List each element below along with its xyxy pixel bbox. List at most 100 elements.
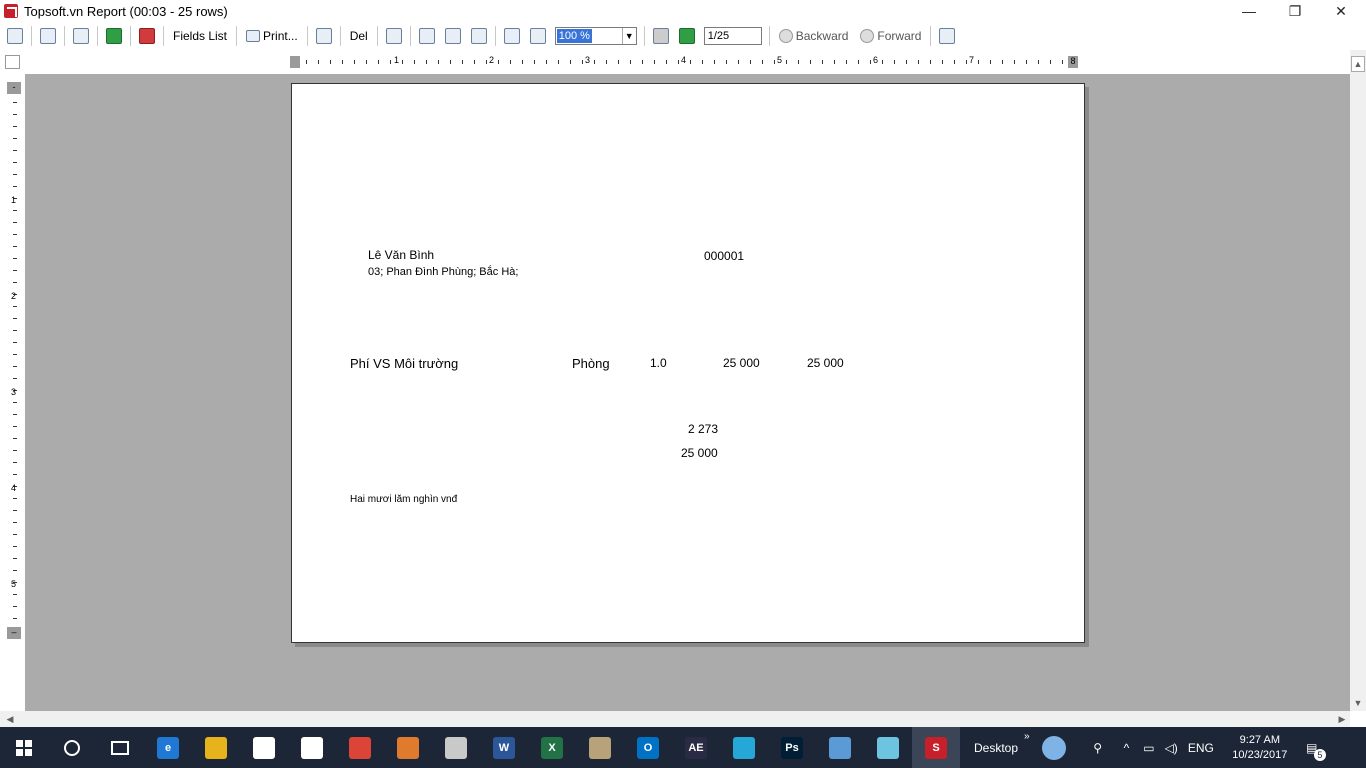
task-view-button[interactable] — [96, 727, 144, 768]
scroll-up-icon[interactable]: ▲ — [1351, 56, 1365, 72]
ruler-tick — [642, 60, 643, 64]
taskbar-app-archive-app[interactable] — [576, 727, 624, 768]
ruler-tick — [942, 60, 943, 64]
ruler-tick — [13, 438, 17, 439]
ruler-tick — [13, 102, 17, 103]
cortana-button[interactable] — [1030, 727, 1078, 768]
ruler-tick — [594, 60, 595, 64]
ruler-tick — [342, 60, 343, 64]
copy-button[interactable] — [4, 25, 26, 47]
excel-export-button[interactable] — [103, 25, 125, 47]
ruler-tick — [330, 60, 331, 64]
ruler-end-cap: 8 — [1068, 56, 1078, 68]
taskbar-app-outlook[interactable]: O — [624, 727, 672, 768]
minimize-button[interactable]: — — [1226, 0, 1272, 22]
taskbar-app-chrome[interactable] — [336, 727, 384, 768]
print-label: Print... — [263, 29, 298, 43]
taskbar-app-notes-app[interactable] — [864, 727, 912, 768]
multi-page-button[interactable] — [442, 25, 464, 47]
volume-icon[interactable]: ◁) — [1165, 741, 1178, 755]
print-button[interactable]: Print... — [242, 25, 302, 47]
zoom-out-icon — [529, 28, 546, 44]
fields-list-button[interactable]: Fields List — [169, 25, 231, 47]
ruler-number: 6 — [873, 55, 879, 65]
first-page-button[interactable] — [650, 25, 672, 47]
find-button[interactable] — [383, 25, 405, 47]
taskbar-app-paint-app[interactable] — [384, 727, 432, 768]
single-page-button[interactable] — [416, 25, 438, 47]
chevron-down-icon[interactable]: ▼ — [621, 28, 636, 44]
taskbar-app-color-app[interactable] — [720, 727, 768, 768]
scroll-left-icon[interactable]: ◀ — [2, 711, 18, 727]
item-unit-price: 25 000 — [723, 356, 760, 370]
taskbar-app-topsoft-app[interactable]: S — [912, 727, 960, 768]
vertical-scrollbar[interactable]: ▲ ▼ — [1350, 50, 1366, 711]
start-button[interactable] — [0, 727, 48, 768]
close-button[interactable]: ✕ — [1318, 0, 1364, 22]
forward-button[interactable]: Forward — [856, 25, 925, 47]
toolbar-separator — [130, 26, 131, 46]
ruler-tick — [13, 606, 17, 607]
taskbar-app-tools-app[interactable] — [432, 727, 480, 768]
taskbar-app-excel[interactable]: X — [528, 727, 576, 768]
page-number-input[interactable]: 1/25 — [703, 27, 762, 45]
ruler-number: 1 — [394, 55, 400, 65]
maximize-button[interactable]: ❐ — [1272, 0, 1318, 22]
photoshop-icon: Ps — [781, 736, 803, 759]
title-bar: Topsoft.vn Report (00:03 - 25 rows) — ❐ … — [0, 0, 1366, 22]
zoom-in-button[interactable] — [501, 25, 523, 47]
taskbar-app-file-explorer[interactable] — [192, 727, 240, 768]
taskbar-app-store[interactable] — [240, 727, 288, 768]
delete-button[interactable]: Del — [346, 25, 372, 47]
notes-app-icon — [877, 736, 899, 759]
taskbar-app-mail[interactable] — [288, 727, 336, 768]
clock[interactable]: 9:27 AM 10/23/2017 — [1228, 733, 1292, 763]
ruler-tick — [13, 318, 17, 319]
ruler-tick — [462, 60, 463, 64]
notifications-button[interactable]: ▤ 5 — [1292, 727, 1332, 768]
tax-amount: 2 273 — [688, 422, 719, 436]
hidden-icons-chevron[interactable]: ^ — [1124, 741, 1130, 755]
taskbar-app-word[interactable]: W — [480, 727, 528, 768]
page-setup-button[interactable] — [313, 25, 335, 47]
search-circle-icon — [64, 739, 80, 756]
zoom-out-button[interactable] — [527, 25, 549, 47]
next-page-button[interactable] — [676, 25, 698, 47]
toolbar-separator — [339, 26, 341, 46]
scroll-down-icon[interactable]: ▼ — [1350, 695, 1366, 711]
ruler-tick — [13, 522, 17, 523]
pdf-export-button[interactable] — [136, 25, 158, 47]
toolbar-separator — [64, 26, 65, 46]
taskbar-app-photoshop[interactable]: Ps — [768, 727, 816, 768]
ruler-tick — [13, 342, 17, 343]
export-button[interactable] — [70, 25, 92, 47]
people-button[interactable]: ⚲ — [1078, 727, 1118, 768]
zoom-select[interactable]: 100 % ▼ — [554, 27, 637, 45]
search-button[interactable] — [48, 727, 96, 768]
toolbar-separator — [31, 26, 32, 46]
email-button[interactable] — [37, 25, 59, 47]
horizontal-scrollbar[interactable]: ◀ ▶ — [0, 711, 1350, 727]
ruler-tick — [762, 60, 763, 64]
ruler-tick — [13, 246, 17, 247]
backward-button[interactable]: Backward — [775, 25, 853, 47]
store-icon — [253, 736, 275, 759]
report-preview-area[interactable]: Lê Văn Bình 03; Phan Đình Phùng; Bắc Hà;… — [25, 74, 1350, 711]
ruler-tick — [978, 60, 979, 64]
taskbar-app-edge[interactable]: e — [144, 727, 192, 768]
multi-page-icon — [444, 28, 461, 44]
customer-name: Lê Văn Bình — [368, 248, 435, 262]
scroll-right-icon[interactable]: ▶ — [1334, 711, 1350, 727]
desktop-toolbar-label[interactable]: Desktop — [974, 741, 1018, 755]
paint-brush-app-icon — [829, 736, 851, 759]
language-indicator[interactable]: ENG — [1188, 741, 1214, 755]
ruler-tick — [414, 60, 415, 64]
page-width-button[interactable] — [468, 25, 490, 47]
design-button[interactable] — [936, 25, 958, 47]
taskbar-app-after-effects[interactable]: AE — [672, 727, 720, 768]
tools-app-icon — [445, 736, 467, 759]
horizontal-ruler: 1 2 3 4 5 6 7 8 — [290, 55, 1084, 68]
network-icon[interactable]: ▭ — [1143, 741, 1154, 755]
toolbar-separator — [376, 26, 378, 46]
taskbar-app-paint-brush-app[interactable] — [816, 727, 864, 768]
